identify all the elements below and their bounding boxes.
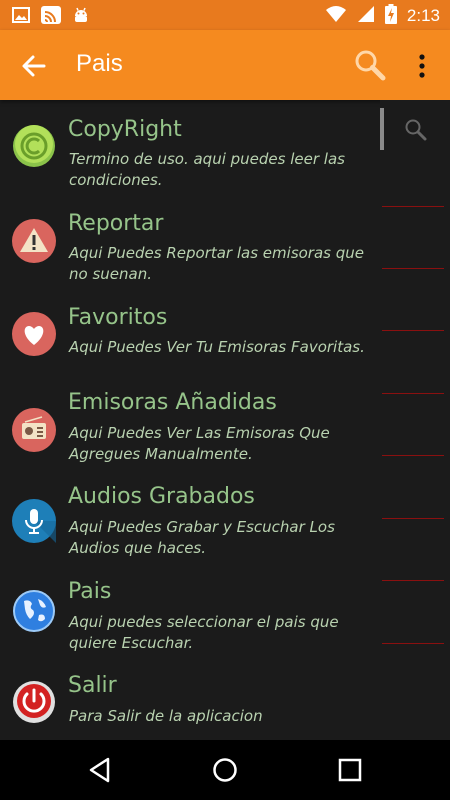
menu-item-copyright[interactable]: CopyRight Termino de uso. aqui puedes le…	[0, 100, 380, 195]
arrow-back-icon[interactable]	[20, 52, 48, 80]
scrollbar[interactable]	[380, 108, 384, 150]
home-circle-icon[interactable]	[211, 756, 239, 784]
menu-item-pais[interactable]: Pais Aqui puedes seleccionar el pais que…	[0, 573, 380, 668]
menu-item-description: Para Salir de la aplicacion	[69, 707, 263, 725]
divider	[382, 268, 444, 269]
menu-item-description: Aqui puedes seleccionar el pais que quie…	[69, 612, 339, 652]
divider	[382, 330, 444, 331]
divider	[382, 393, 444, 394]
menu-item-title: Pais	[68, 578, 112, 604]
copyright-icon	[12, 124, 56, 168]
divider	[382, 206, 444, 207]
app-bar: Pais	[0, 30, 450, 100]
heart-icon	[12, 312, 56, 356]
menu-item-title: Salir	[68, 673, 117, 698]
status-time: 2:13	[406, 6, 440, 25]
wifi-icon	[325, 5, 347, 27]
menu-item-description: Aqui Puedes Grabar y Escuchar Los Audios…	[69, 518, 335, 557]
menu-item-reportar[interactable]: Reportar Aqui Puedes Reportar las emisor…	[0, 195, 380, 290]
menu-item-description: Aqui Puedes Ver Las Emisoras Que Agregue…	[69, 423, 330, 463]
menu-item-title: Reportar	[68, 210, 164, 236]
menu-item-audios-grabados[interactable]: Audios Grabados Aqui Puedes Grabar y Esc…	[0, 478, 380, 573]
back-triangle-icon[interactable]	[86, 756, 114, 784]
menu-item-salir[interactable]: Salir Para Salir de la aplicacion	[0, 667, 380, 740]
menu-item-emisoras-anadidas[interactable]: Emisoras Añadidas Aqui Puedes Ver Las Em…	[0, 384, 380, 479]
more-vert-icon[interactable]	[412, 52, 432, 80]
menu-item-title: CopyRight	[68, 117, 182, 142]
menu-item-favoritos[interactable]: Favoritos Aqui Puedes Ver Tu Emisoras Fa…	[0, 289, 380, 384]
microphone-icon	[12, 499, 56, 543]
divider	[382, 518, 444, 519]
menu-item-description: Aqui Puedes Ver Tu Emisoras Favoritas.	[69, 338, 365, 356]
search-icon[interactable]	[354, 49, 386, 81]
divider	[382, 455, 444, 456]
battery-charging-icon	[384, 4, 397, 28]
cast-notification-icon	[40, 5, 62, 29]
page-title: Pais	[76, 50, 123, 77]
menu-item-description: Termino de uso. aqui puedes leer las con…	[69, 150, 345, 189]
radio-icon	[12, 407, 56, 452]
power-icon	[12, 680, 56, 724]
divider	[382, 580, 444, 581]
menu-item-title: Favoritos	[68, 305, 168, 330]
menu-item-title: Audios Grabados	[68, 484, 255, 509]
menu-item-description: Aqui Puedes Reportar las emisoras que no…	[69, 243, 365, 283]
search-icon[interactable]	[404, 118, 428, 142]
signal-icon	[357, 5, 375, 27]
status-bar: 2:13	[0, 0, 450, 30]
menu-list: CopyRight Termino de uso. aqui puedes le…	[0, 100, 380, 740]
navigation-bar	[0, 740, 450, 800]
divider	[382, 643, 444, 644]
image-notification-icon	[12, 7, 30, 27]
globe-icon	[12, 589, 56, 633]
menu-item-title: Emisoras Añadidas	[68, 389, 277, 415]
warning-icon	[12, 218, 56, 263]
android-icon	[72, 6, 90, 28]
recents-square-icon[interactable]	[336, 756, 364, 784]
side-panel	[380, 100, 450, 740]
